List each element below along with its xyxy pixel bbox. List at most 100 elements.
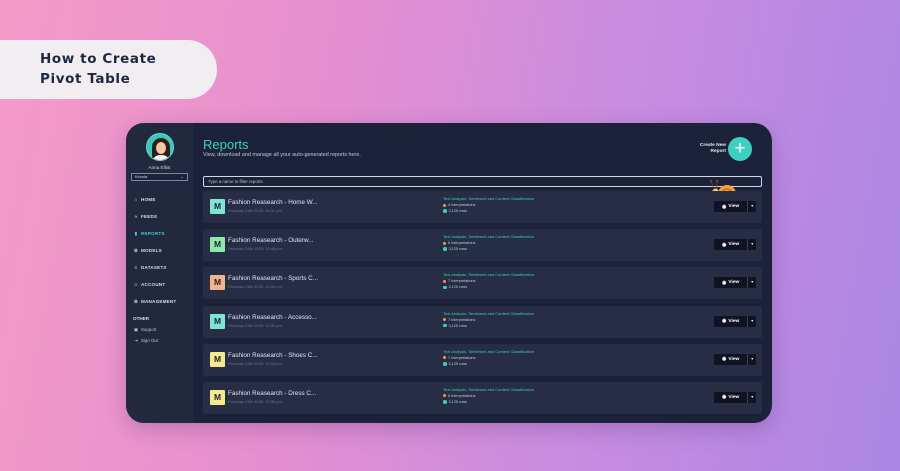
chevron-down-icon[interactable]: ▼ [751,354,754,365]
sidebar-item-label: ACCOUNT [141,282,166,287]
rows-count: 3,125 rows [448,361,468,366]
chevron-down-icon[interactable]: ▼ [751,316,754,327]
report-row[interactable]: M Fashion Reasearch - Shoes C... Februar… [203,343,762,376]
tutorial-title-banner: How to Create Pivot Table [0,40,217,99]
sign-out-icon: ⇥ [134,337,138,343]
chevron-down-icon[interactable]: ▼ [751,392,754,403]
sidebar-item-label: REPORTS [141,231,165,236]
report-interpretations: 7 Interpretations [443,279,475,283]
main-content: Reports View, download and manage all yo… [203,123,762,423]
chevron-down-icon[interactable]: ▼ [751,201,754,212]
report-date: February 24th 2025, 10:44 pm [228,284,282,290]
sidebar-item-account[interactable]: ☺ ACCOUNT [126,276,193,293]
eye-icon: ◉ [722,279,727,286]
create-label-line-2: Report [710,149,726,154]
page-title: Reports [203,137,249,152]
view-button[interactable]: ◉ View ▼ [714,353,756,365]
report-rows: 3,125 rows [443,400,467,404]
rows-count: 3,125 rows [448,247,468,252]
models-icon: ⚙ [133,247,139,253]
eye-icon: ◉ [722,203,727,210]
report-type: Text Analysis, Sentiment and Content Cla… [443,310,534,316]
view-button[interactable]: ◉ View ▼ [714,277,756,289]
report-date: February 24th 2025, 10:48 pm [228,246,282,252]
view-label: View [728,356,740,362]
sidebar-item-feeds[interactable]: ≈ FEEDS [126,208,193,225]
sidebar-item-management[interactable]: ⚙ MANAGEMENT [126,293,193,310]
report-row[interactable]: M Fashion Reasearch - Sports C... Februa… [203,267,762,300]
report-rows: 3,125 rows [443,362,467,366]
sidebar: Anna Elliot Kimola ⌄ ⌂ HOME ≈ FEEDS ▮ RE… [126,123,193,423]
report-type: Text Analysis, Sentiment and Content Cla… [443,196,534,201]
report-name[interactable]: Fashion Reasearch - Accesso... [228,314,317,321]
account-icon: ☺ [133,282,139,287]
interpretations-count: 7 Interpretations [448,317,476,322]
sidebar-item-label: DATASETS [141,265,167,270]
view-label: View [728,242,740,248]
report-name[interactable]: Fashion Reasearch - Home W... [228,199,318,206]
sidebar-item-label: HOME [141,197,156,202]
sidebar-item-models[interactable]: ⚙ MODELS [126,242,193,259]
chevron-down-icon: ⌄ [180,174,184,179]
sidebar-item-support[interactable]: ▣ Support [126,324,193,335]
report-interpretations: 7 Interpretations [443,356,475,360]
user-name: Anna Elliot [148,165,171,170]
report-badge: M [210,237,225,253]
sidebar-item-label: MANAGEMENT [141,299,177,304]
home-icon: ⌂ [134,197,138,202]
create-report-button[interactable]: + [728,137,752,161]
sidebar-item-sign-out[interactable]: ⇥ Sign Out [126,335,193,346]
interpretations-count: 7 Interpretations [448,279,476,284]
eye-icon: ◉ [722,394,727,401]
report-badge: M [210,389,225,405]
rows-dot-icon [443,323,447,328]
report-row[interactable]: M Fashion Reasearch - Home W... February… [203,191,762,223]
eye-icon: ◉ [722,241,727,248]
report-row[interactable]: M Fashion Reasearch - Outerw... February… [203,229,762,262]
view-label: View [728,204,740,209]
support-icon: ▣ [133,326,139,332]
interpretations-dot-icon [443,356,446,360]
interpretations-dot-icon [443,241,446,245]
report-name[interactable]: Fashion Reasearch - Shoes C... [228,352,318,359]
avatar[interactable] [145,133,174,161]
sidebar-item-home[interactable]: ⌂ HOME [126,191,193,208]
view-button[interactable]: ◉ View ▼ [714,239,756,251]
create-report-label[interactable]: Create New Report [700,143,726,155]
sidebar-item-label: MODELS [141,248,162,253]
rows-dot-icon [443,209,447,213]
interpretations-dot-icon [443,279,446,283]
interpretations-count: 6 Interpretations [448,241,476,246]
report-row[interactable]: M Fashion Reasearch - Accesso... Februar… [203,305,762,338]
report-rows: 3,125 rows [443,209,467,213]
report-interpretations: 6 Interpretations [443,241,475,245]
rows-dot-icon [443,285,447,290]
report-badge: M [210,313,225,329]
chevron-down-icon[interactable]: ▼ [751,277,754,288]
report-row[interactable]: M Fashion Reasearch - Dress C... Februar… [203,381,762,414]
view-button[interactable]: ◉ View ▼ [714,201,756,212]
page-subtitle: View, download and manage all your auto-… [203,152,361,158]
report-interpretations: 7 Interpretations [443,318,475,322]
sidebar-item-reports[interactable]: ▮ REPORTS [126,225,193,242]
filter-reports-input[interactable] [203,176,762,187]
view-button[interactable]: ◉ View ▼ [714,315,756,327]
view-button[interactable]: ◉ View ▼ [714,391,756,403]
report-name[interactable]: Fashion Reasearch - Dress C... [228,390,316,397]
reports-list: M Fashion Reasearch - Home W... February… [203,191,762,420]
interpretations-dot-icon [443,203,446,207]
view-label: View [728,318,740,324]
report-type: Text Analysis, Sentiment and Content Cla… [443,234,534,240]
report-name[interactable]: Fashion Reasearch - Sports C... [228,275,318,282]
report-interpretations: 4 Interpretations [443,203,475,207]
report-name[interactable]: Fashion Reasearch - Outerw... [228,237,313,244]
report-date: February 24th 2025, 10:31 pm [228,208,282,213]
report-rows: 3,125 rows [443,324,467,328]
org-select[interactable]: Kimola ⌄ [131,173,188,181]
chevron-down-icon[interactable]: ▼ [751,239,754,250]
interpretations-count: 6 Interpretations [448,393,476,398]
rows-count: 3,125 rows [448,209,468,213]
sidebar-item-datasets[interactable]: ≡ DATASETS [126,259,193,276]
report-date: February 24th 2025, 10:40 pm [228,322,282,328]
report-interpretations: 6 Interpretations [443,394,475,398]
